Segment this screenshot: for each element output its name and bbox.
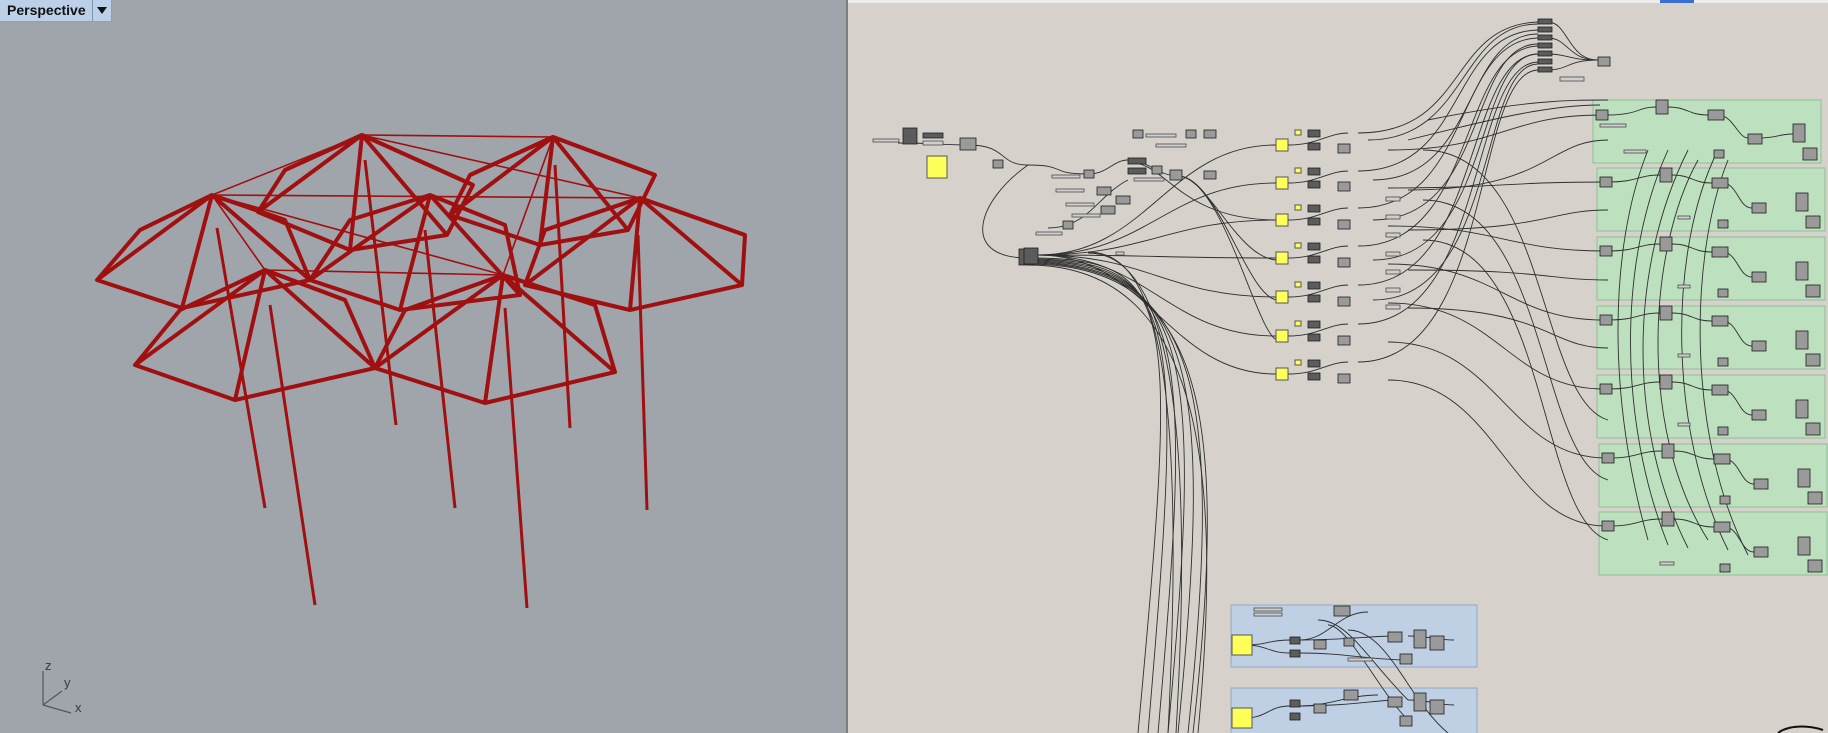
axis-x-label: x	[75, 700, 82, 715]
rhino-viewport[interactable]: Perspective z y x	[0, 0, 846, 733]
axis-z-label: z	[45, 658, 52, 673]
panel-yellow-blue-1	[1231, 634, 1253, 656]
3d-geometry	[95, 133, 747, 609]
cluster-groups-green	[1592, 99, 1828, 576]
node-graph	[848, 0, 1828, 733]
axis-widget: z y x	[42, 658, 82, 715]
panel-yellow-main	[926, 155, 948, 179]
panel-yellow-blue-2	[1231, 707, 1253, 729]
axis-y-label: y	[64, 675, 71, 690]
grasshopper-canvas[interactable]	[848, 0, 1828, 733]
